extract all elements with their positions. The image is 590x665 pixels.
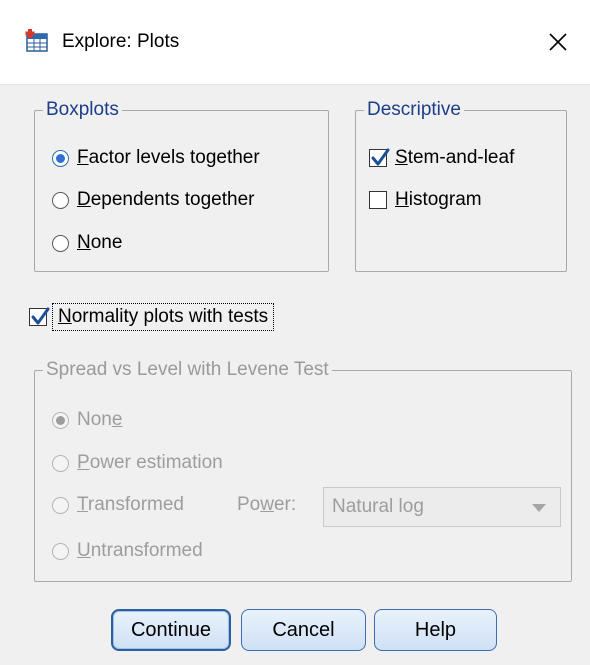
- radio-button-selected[interactable]: [52, 411, 69, 429]
- radio-power-estimation[interactable]: Power estimation: [52, 450, 223, 476]
- checkbox-checked[interactable]: [29, 307, 50, 326]
- power-label: Po w er:: [237, 494, 297, 515]
- radio-label: Dependents together: [77, 189, 255, 210]
- radio-button[interactable]: [52, 454, 69, 472]
- close-button[interactable]: [526, 15, 590, 69]
- checkbox-stem-and-leaf[interactable]: Stem-and-leaf: [369, 145, 514, 171]
- checkbox-histogram[interactable]: Histogram: [369, 187, 482, 213]
- spread-vs-level-group: Spread vs Level with Levene Test None Po…: [34, 358, 572, 582]
- boxplots-group: Boxplots Factor levels together Dependen…: [34, 98, 329, 272]
- radio-button[interactable]: [52, 542, 69, 560]
- power-select[interactable]: Natural log: [323, 487, 561, 527]
- power-select-value: Natural log: [332, 496, 424, 517]
- radio-transformed[interactable]: Transformed: [52, 492, 184, 518]
- radio-label: Transformed: [77, 494, 185, 515]
- radio-button[interactable]: [52, 191, 69, 209]
- checkbox-normality-plots[interactable]: Normality plots with tests: [29, 303, 275, 331]
- radio-button[interactable]: [52, 234, 69, 252]
- spread-vs-level-group-label: Spread vs Level with Levene Test: [43, 358, 332, 382]
- boxplots-group-label: Boxplots: [43, 98, 122, 122]
- spss-table-icon: [25, 29, 49, 53]
- checkmark-icon: [31, 307, 50, 325]
- descriptive-group: Descriptive Stem-and-leaf Histogram: [355, 98, 567, 272]
- dropdown-arrow-icon: [532, 504, 546, 512]
- radio-button[interactable]: [52, 496, 69, 514]
- cancel-button[interactable]: Cancel: [241, 609, 366, 651]
- radio-factor-levels-together[interactable]: Factor levels together: [52, 145, 260, 171]
- continue-button[interactable]: Continue: [111, 609, 231, 651]
- radio-label: None: [77, 409, 123, 430]
- radio-untransformed[interactable]: Untransformed: [52, 538, 203, 564]
- radio-button-selected[interactable]: [52, 149, 69, 167]
- radio-label: Factor levels together: [77, 147, 260, 168]
- radio-label: None: [77, 232, 123, 253]
- checkbox-label: Stem-and-leaf: [395, 147, 515, 168]
- radio-none[interactable]: None: [52, 230, 122, 256]
- radio-label: Untransformed: [77, 540, 203, 561]
- window-title: Explore: Plots: [62, 31, 180, 52]
- radio-spread-none[interactable]: None: [52, 407, 122, 433]
- checkbox-label: Histogram: [395, 189, 482, 210]
- close-icon: [549, 33, 567, 51]
- descriptive-group-label: Descriptive: [364, 98, 464, 122]
- radio-label: Power estimation: [77, 452, 223, 473]
- checkbox-checked[interactable]: [369, 148, 390, 167]
- radio-dependents-together[interactable]: Dependents together: [52, 187, 254, 213]
- help-button[interactable]: Help: [374, 609, 497, 651]
- checkbox-label: Normality plots with tests: [51, 303, 275, 331]
- title-bar: Explore: Plots: [0, 0, 590, 85]
- checkmark-icon: [371, 148, 390, 166]
- checkbox[interactable]: [369, 191, 387, 209]
